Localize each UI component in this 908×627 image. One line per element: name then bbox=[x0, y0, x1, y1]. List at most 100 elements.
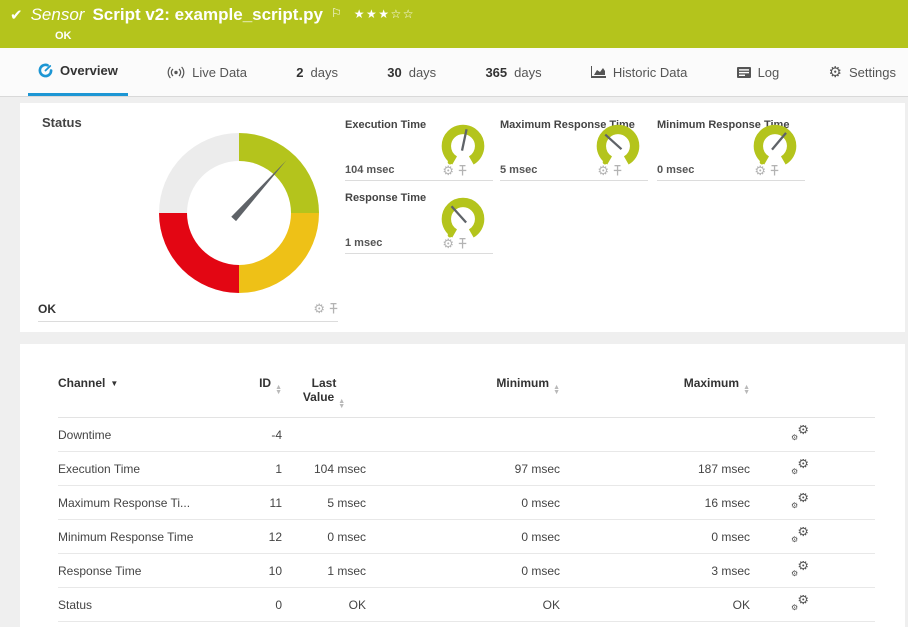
column-header-id[interactable]: ID▲▼ bbox=[248, 376, 282, 395]
cell-minimum: 0 msec bbox=[366, 496, 560, 510]
gear-icon[interactable]: ⚙ bbox=[442, 164, 454, 177]
cell-minimum: 97 msec bbox=[366, 462, 560, 476]
sort-icon: ▲▼ bbox=[553, 385, 560, 395]
cell-channel: Maximum Response Ti... bbox=[58, 496, 248, 510]
column-header-minimum[interactable]: Minimum▲▼ bbox=[366, 376, 560, 395]
cell-channel: Status bbox=[58, 598, 248, 612]
table-row[interactable]: Downtime -4 ⚙⚙ bbox=[58, 418, 875, 452]
status-value: OK bbox=[38, 302, 56, 316]
tab-log[interactable]: Log bbox=[727, 48, 790, 96]
channel-table: Channel▼ ID▲▼ Last Value▲▼ Minimum▲▼ Max… bbox=[20, 344, 905, 622]
gauge-title: Execution Time bbox=[345, 119, 426, 131]
gauge-panel-execution-time: Execution Time 104 msec ⚙ bbox=[345, 115, 493, 181]
gauge-panel-maximum-response-time: Maximum Response Time 5 msec ⚙ bbox=[500, 115, 648, 181]
table-header: Channel▼ ID▲▼ Last Value▲▼ Minimum▲▼ Max… bbox=[58, 376, 875, 418]
sort-icon: ▲▼ bbox=[338, 399, 345, 409]
column-header-channel[interactable]: Channel▼ bbox=[58, 376, 248, 390]
column-header-last-value[interactable]: Last Value▲▼ bbox=[282, 376, 366, 409]
gauge-panel-response-time: Response Time 1 msec ⚙ bbox=[345, 188, 493, 254]
historic-icon bbox=[591, 66, 606, 78]
table-body: Downtime -4 ⚙⚙ Execution Time 1 104 msec… bbox=[58, 418, 875, 622]
cell-last-value: OK bbox=[282, 598, 366, 612]
sensor-title: Script v2: example_script.py bbox=[92, 5, 323, 25]
sort-icon: ▲▼ bbox=[275, 385, 282, 395]
cell-maximum: 16 msec bbox=[560, 496, 750, 510]
status-panel-footer: OK ⚙ bbox=[38, 296, 338, 322]
cell-last-value: 1 msec bbox=[282, 564, 366, 578]
status-check-icon: ✔ bbox=[10, 6, 23, 24]
cell-channel: Minimum Response Time bbox=[58, 530, 248, 544]
gauge-value: 5 msec bbox=[500, 164, 537, 176]
table-row[interactable]: Response Time 10 1 msec 0 msec 3 msec ⚙⚙ bbox=[58, 554, 875, 588]
table-row[interactable]: Minimum Response Time 12 0 msec 0 msec 0… bbox=[58, 520, 875, 554]
gear-icon[interactable]: ⚙ bbox=[597, 164, 609, 177]
cell-channel: Response Time bbox=[58, 564, 248, 578]
cell-minimum: 0 msec bbox=[366, 564, 560, 578]
cell-id: 12 bbox=[248, 530, 282, 544]
cell-id: -4 bbox=[248, 428, 282, 442]
table-row[interactable]: Maximum Response Ti... 11 5 msec 0 msec … bbox=[58, 486, 875, 520]
table-row[interactable]: Status 0 OK OK OK ⚙⚙ bbox=[58, 588, 875, 622]
channel-table-card: Channel▼ ID▲▼ Last Value▲▼ Minimum▲▼ Max… bbox=[20, 344, 905, 627]
tab-historic-data[interactable]: Historic Data bbox=[581, 48, 697, 96]
cell-channel: Downtime bbox=[58, 428, 248, 442]
cell-last-value: 5 msec bbox=[282, 496, 366, 510]
tab-2-days[interactable]: 2 days bbox=[286, 48, 348, 96]
channel-settings-icon[interactable]: ⚙⚙ bbox=[791, 459, 809, 475]
status-gauge-panel: Status OK ⚙ bbox=[20, 103, 340, 332]
gauge-needle bbox=[159, 133, 319, 293]
channel-settings-icon[interactable]: ⚙⚙ bbox=[791, 493, 809, 509]
cell-last-value: 104 msec bbox=[282, 462, 366, 476]
cell-maximum: 0 msec bbox=[560, 530, 750, 544]
table-row[interactable]: Execution Time 1 104 msec 97 msec 187 ms… bbox=[58, 452, 875, 486]
pin-icon[interactable] bbox=[458, 238, 467, 249]
cell-minimum: 0 msec bbox=[366, 530, 560, 544]
gear-icon[interactable]: ⚙ bbox=[754, 164, 766, 177]
sensor-header: ✔ Sensor Script v2: example_script.py ⚐ … bbox=[0, 0, 908, 48]
sensor-status-label: OK bbox=[55, 30, 908, 42]
sort-descending-icon: ▼ bbox=[110, 379, 118, 388]
gauge-value: 104 msec bbox=[345, 164, 395, 176]
live-icon bbox=[167, 66, 185, 79]
tab-bar: Overview Live Data 2 days 30 days 365 da… bbox=[0, 48, 908, 97]
gauge-value: 0 msec bbox=[657, 164, 694, 176]
cell-id: 11 bbox=[248, 496, 282, 510]
gauge-panel-minimum-response-time: Minimum Response Time 0 msec ⚙ bbox=[657, 115, 805, 181]
status-gauge bbox=[159, 133, 319, 293]
gauge-title: Response Time bbox=[345, 192, 426, 204]
cell-maximum: 187 msec bbox=[560, 462, 750, 476]
cell-last-value: 0 msec bbox=[282, 530, 366, 544]
panel-title: Status bbox=[42, 115, 82, 130]
sensor-type-label: Sensor bbox=[31, 5, 85, 25]
cell-id: 10 bbox=[248, 564, 282, 578]
cell-channel: Execution Time bbox=[58, 462, 248, 476]
pin-icon[interactable] bbox=[770, 165, 779, 176]
settings-icon: ⚙ bbox=[829, 65, 842, 80]
gauge-value: 1 msec bbox=[345, 237, 382, 249]
tab-live-data[interactable]: Live Data bbox=[157, 48, 257, 96]
pin-icon[interactable] bbox=[329, 303, 338, 314]
flag-icon[interactable]: ⚐ bbox=[331, 6, 342, 20]
cell-maximum: OK bbox=[560, 598, 750, 612]
overview-gauges-card: Status OK ⚙ Execution Time 104 msec bbox=[20, 103, 905, 332]
tab-365-days[interactable]: 365 days bbox=[475, 48, 551, 96]
tab-30-days[interactable]: 30 days bbox=[377, 48, 446, 96]
priority-stars[interactable]: ★★★☆☆ bbox=[354, 7, 415, 21]
pin-icon[interactable] bbox=[458, 165, 467, 176]
channel-settings-icon[interactable]: ⚙⚙ bbox=[791, 527, 809, 543]
log-icon bbox=[737, 67, 751, 78]
tab-overview[interactable]: Overview bbox=[28, 48, 128, 96]
channel-settings-icon[interactable]: ⚙⚙ bbox=[791, 595, 809, 611]
cell-minimum: OK bbox=[366, 598, 560, 612]
sort-icon: ▲▼ bbox=[743, 385, 750, 395]
cell-id: 1 bbox=[248, 462, 282, 476]
gear-icon[interactable]: ⚙ bbox=[313, 302, 325, 315]
gear-icon[interactable]: ⚙ bbox=[442, 237, 454, 250]
cell-id: 0 bbox=[248, 598, 282, 612]
channel-settings-icon[interactable]: ⚙⚙ bbox=[791, 561, 809, 577]
channel-settings-icon[interactable]: ⚙⚙ bbox=[791, 425, 809, 441]
column-header-maximum[interactable]: Maximum▲▼ bbox=[560, 376, 750, 395]
tab-settings[interactable]: ⚙ Settings bbox=[819, 48, 906, 96]
cell-maximum: 3 msec bbox=[560, 564, 750, 578]
pin-icon[interactable] bbox=[613, 165, 622, 176]
